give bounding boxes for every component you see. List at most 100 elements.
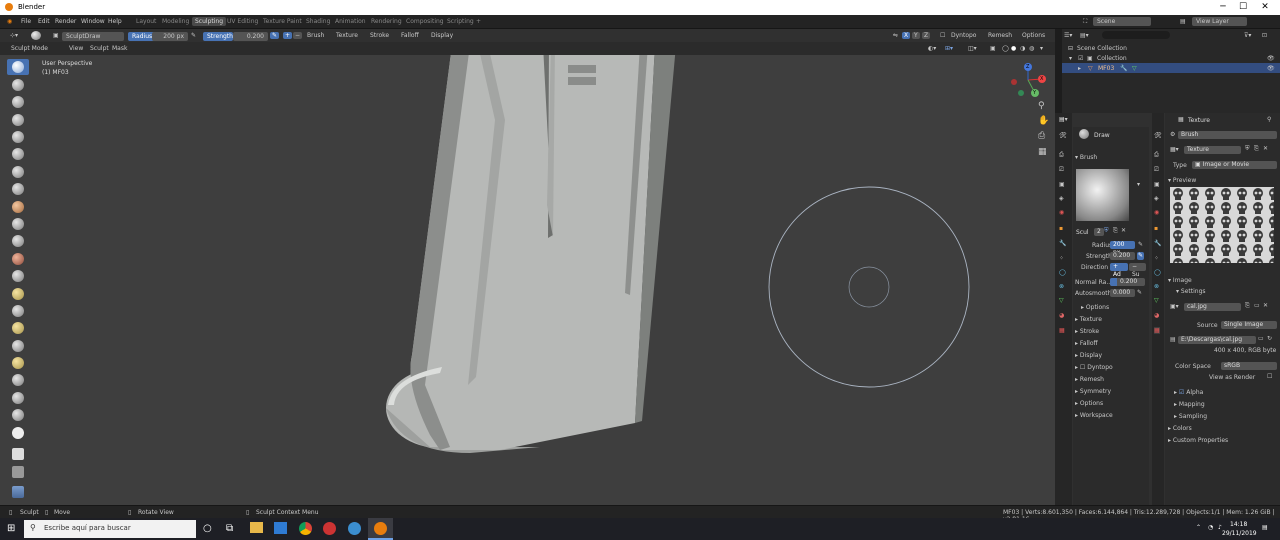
taskbar-search-box[interactable]: ⚲ Escribe aquí para buscar (24, 520, 196, 538)
brush-icon[interactable] (31, 31, 41, 40)
brush-preview-thumbnail[interactable] (1076, 169, 1129, 221)
overlay-toggle-icon[interactable]: ◫▾ (968, 45, 977, 52)
thumb-brush-tool-icon[interactable] (12, 340, 24, 352)
texture-shield-icon[interactable]: ⛨ (1245, 145, 1250, 153)
remesh-menu[interactable]: Remesh (988, 32, 1012, 39)
scene-tab-icon[interactable]: ◈ (1154, 195, 1159, 202)
dyntopo-checkbox[interactable]: ☐ (940, 32, 945, 39)
scrape-brush-tool-icon[interactable] (12, 253, 24, 265)
mirror-y-toggle[interactable]: Y (912, 32, 920, 39)
radius-field[interactable]: 200 px (1110, 241, 1135, 256)
outliner-row[interactable]: ▾ ☑ ▣ Collection 👁 (1062, 53, 1280, 63)
pinch-brush-tool-icon[interactable] (12, 270, 24, 282)
view-layer-tab-icon[interactable]: ▣ (1059, 181, 1065, 188)
reload-icon[interactable]: ↻ (1267, 335, 1272, 342)
box-hide-tool-icon[interactable] (12, 466, 24, 478)
gizmo-toggle-icon[interactable]: ⊞▾ (945, 45, 953, 52)
image-datablock-icon[interactable]: ▣▾ (1170, 303, 1179, 310)
duplicate-brush-icon[interactable]: ⎘ (1113, 227, 1118, 235)
strength-pressure-icon[interactable]: ✎ (1137, 252, 1145, 260)
direction-subtract-button[interactable]: − Su (1129, 263, 1146, 278)
expand-chevron-icon[interactable]: ▸ (1078, 65, 1081, 72)
brush-preview-dropdown-icon[interactable]: ▾ (1137, 181, 1140, 188)
strength-label[interactable]: Strength (203, 32, 233, 41)
object-visibility-icon[interactable]: 👁 (1267, 65, 1275, 72)
texture-name-field[interactable]: Texture (1184, 146, 1241, 154)
output-tab-icon[interactable]: ⎚ (1059, 166, 1064, 174)
symmetry-section[interactable]: ▸ Symmetry (1075, 388, 1111, 395)
stroke-section[interactable]: ▸ Stroke (1075, 328, 1099, 335)
expand-chevron-icon[interactable]: ▾ (1069, 55, 1072, 62)
stroke-menu[interactable]: Stroke (370, 32, 389, 39)
crease-brush-tool-icon[interactable] (12, 183, 24, 195)
falloff-section[interactable]: ▸ Falloff (1075, 340, 1098, 347)
pose-brush-tool-icon[interactable] (12, 357, 24, 369)
tab-sculpting[interactable]: Sculpting (192, 17, 227, 26)
mirror-z-toggle[interactable]: Z (922, 32, 931, 39)
image-name-field[interactable]: cal.jpg (1184, 303, 1241, 311)
blender-menu-icon[interactable]: ◉ (7, 18, 12, 25)
outliner-row[interactable]: ⊟ Scene Collection (1062, 43, 1280, 53)
tab-rendering[interactable]: Rendering (371, 18, 402, 25)
view-as-render-checkbox[interactable]: ☐ (1267, 373, 1272, 380)
scene-selector[interactable]: Scene (1093, 17, 1151, 26)
dyntopo-menu[interactable]: Dyntopo (951, 32, 976, 39)
image-section-header[interactable]: ▾ Image (1168, 277, 1192, 284)
collection-checkbox[interactable]: ☑ (1078, 55, 1083, 62)
render-tab-icon[interactable]: ⎙ (1059, 151, 1064, 159)
falloff-menu[interactable]: Falloff (401, 32, 419, 39)
brush-menu[interactable]: Brush (307, 32, 324, 39)
menu-render[interactable]: Render (55, 18, 76, 25)
particles-tab-icon[interactable]: ⁘ (1154, 255, 1159, 262)
menu-help[interactable]: Help (108, 18, 122, 25)
tab-modeling[interactable]: Modeling (162, 18, 189, 25)
world-tab-icon[interactable]: ◉ (1154, 209, 1159, 216)
fake-user-shield-icon[interactable]: ⛨ (1104, 227, 1109, 235)
object-tab-icon[interactable]: ▪ (1154, 225, 1158, 232)
windows-start-icon[interactable]: ⊞ (7, 523, 15, 534)
new-collection-icon[interactable]: ⊡ (1262, 32, 1267, 39)
clay-brush-tool-icon[interactable] (12, 96, 24, 108)
view-menu[interactable]: View (69, 45, 83, 52)
options-menu[interactable]: Options (1022, 32, 1045, 39)
source-selector[interactable]: Single Image (1221, 321, 1277, 329)
brush-users-count[interactable]: 2 (1094, 228, 1104, 236)
strength-pressure-icon[interactable]: ✎ (270, 32, 280, 39)
dyntopo-section[interactable]: ▸ ☐ Dyntopo (1075, 364, 1113, 371)
texture-datablock-icon[interactable]: ▦▾ (1170, 146, 1179, 153)
tab-shading[interactable]: Shading (306, 18, 330, 25)
brush-section-header[interactable]: ▾ Brush (1075, 154, 1097, 161)
collection-visibility-icon[interactable]: 👁 (1267, 55, 1275, 62)
texture-duplicate-icon[interactable]: ⎘ (1254, 145, 1259, 153)
image-unlink-icon[interactable]: ✕ (1263, 302, 1268, 309)
display-section[interactable]: ▸ Display (1075, 352, 1102, 359)
navigation-gizmo[interactable]: X Y Z (1005, 60, 1051, 106)
image-duplicate-icon[interactable]: ⎘ (1245, 302, 1250, 310)
colors-section[interactable]: ▸ Colors (1168, 425, 1192, 432)
mode-selector[interactable]: Sculpt Mode (11, 45, 48, 52)
draw-sharp-brush-tool-icon[interactable] (12, 79, 24, 91)
mask-brush-tool-icon[interactable] (12, 427, 24, 439)
wireframe-shading-icon[interactable]: ◯ (1002, 45, 1009, 52)
blender-taskbar-button[interactable] (368, 518, 393, 540)
outliner-row-selected[interactable]: ▸ ▽ MF03 🔧 ▽ 👁 (1062, 63, 1280, 73)
simplify-brush-tool-icon[interactable] (12, 409, 24, 421)
menu-file[interactable]: File (21, 18, 31, 25)
box-mask-tool-icon[interactable] (12, 448, 24, 460)
layer-brush-tool-icon[interactable] (12, 131, 24, 143)
nudge-brush-tool-icon[interactable] (12, 374, 24, 386)
material-tab-icon[interactable]: ◕ (1059, 312, 1064, 319)
scene-tab-icon[interactable]: ◈ (1059, 195, 1064, 202)
color-space-selector[interactable]: sRGB (1221, 362, 1277, 370)
image-open-icon[interactable]: ▭ (1254, 302, 1260, 309)
outliner-editor-icon[interactable]: ☰▾ (1064, 32, 1072, 39)
perspective-grid-icon[interactable]: ▦ (1038, 147, 1047, 157)
cortana-icon[interactable]: ○ (203, 523, 212, 534)
workspace-section[interactable]: ▸ Workspace (1075, 412, 1113, 419)
tab-scripting[interactable]: Scripting (447, 18, 474, 25)
radius-pressure-icon[interactable]: ✎ (1138, 241, 1143, 248)
brush-slot-name[interactable]: Scul (1076, 229, 1089, 236)
visibility-icon[interactable]: ◐▾ (928, 45, 936, 52)
rendered-shading-icon[interactable]: ◍ (1029, 45, 1034, 52)
render-tab-icon[interactable]: ⎙ (1154, 151, 1159, 159)
